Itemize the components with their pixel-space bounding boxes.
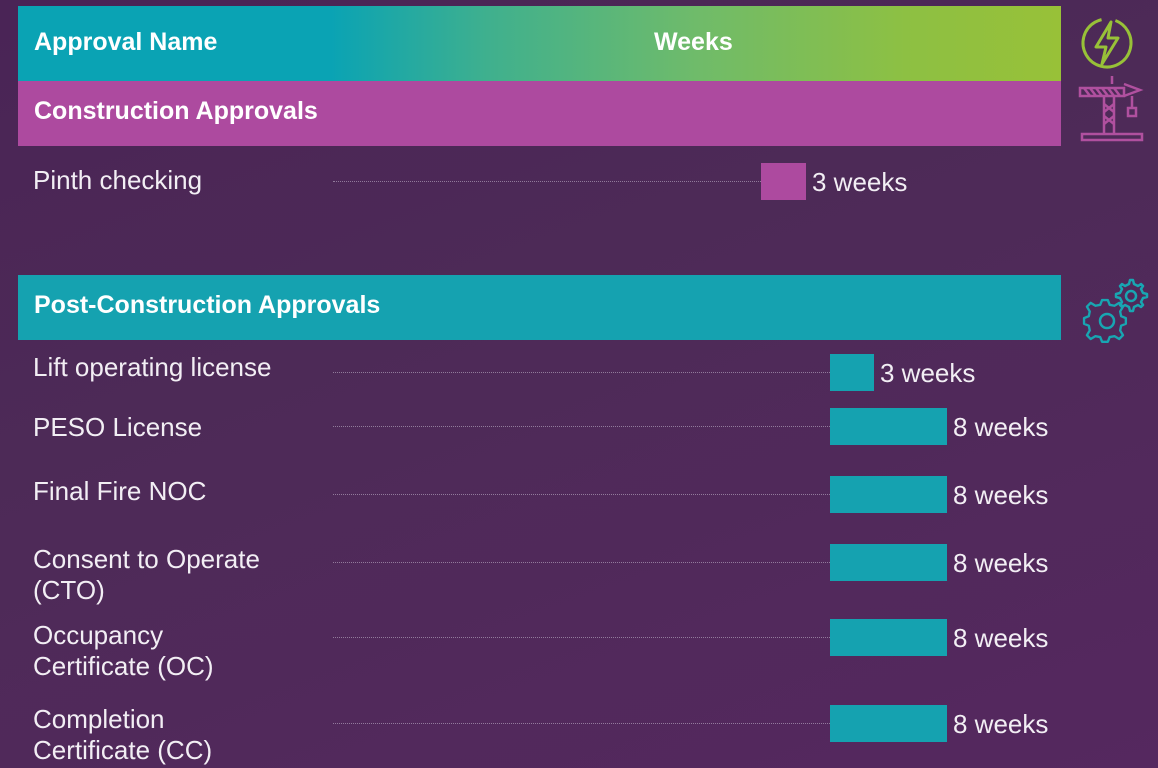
gears-icon: [1082, 278, 1149, 344]
row-label: PESO License: [33, 412, 202, 443]
lightning-icon: [1081, 17, 1133, 69]
leader-line: [333, 426, 830, 427]
row-label-line: Certificate (OC): [33, 651, 214, 681]
bar-value-label: 8 weeks: [953, 623, 1049, 653]
row-label-line: Consent to Operate: [33, 544, 260, 574]
leader-line: [333, 562, 830, 563]
approval-name-header: Approval Name: [34, 28, 218, 56]
row-label: Final Fire NOC: [33, 476, 206, 507]
leader-line: [333, 181, 761, 182]
leader-line: [333, 494, 830, 495]
bar: [830, 476, 947, 513]
row-label-line: Lift operating license: [33, 352, 272, 382]
bar: [830, 544, 947, 581]
row-label-line: (CTO): [33, 575, 105, 605]
bar-value-label: 3 weeks: [812, 167, 908, 197]
table-header: Approval Name Weeks: [18, 6, 1061, 81]
row-label-line: Occupancy: [33, 620, 164, 650]
row-label-line: Completion: [33, 704, 165, 734]
leader-line: [333, 637, 830, 638]
section-title: Construction Approvals: [34, 97, 318, 125]
bar: [830, 354, 874, 391]
section-post-construction: Post-Construction Approvals: [18, 275, 1061, 340]
row-label: Pinth checking: [33, 165, 202, 196]
weeks-header: Weeks: [654, 28, 733, 56]
leader-line: [333, 723, 830, 724]
bar: [830, 408, 947, 445]
bar: [830, 705, 947, 742]
section-title: Post-Construction Approvals: [34, 291, 381, 319]
row-label-line: Pinth checking: [33, 165, 203, 195]
bar: [830, 619, 947, 656]
bar-value-label: 3 weeks: [880, 358, 976, 388]
row-label-line: Certificate (CC): [33, 735, 213, 765]
bar-value-label: 8 weeks: [953, 548, 1049, 578]
crane-icon: [1078, 76, 1144, 142]
row-label-line: PESO License: [33, 412, 203, 442]
row-label: Completion Certificate (CC): [33, 704, 212, 766]
bar-value-label: 8 weeks: [953, 412, 1049, 442]
bar-value-label: 8 weeks: [953, 709, 1049, 739]
leader-line: [333, 372, 830, 373]
bar: [761, 163, 806, 200]
row-label: Occupancy Certificate (OC): [33, 620, 214, 682]
row-label: Consent to Operate (CTO): [33, 544, 260, 606]
bar-value-label: 8 weeks: [953, 480, 1049, 510]
section-construction: Construction Approvals: [18, 81, 1061, 146]
row-label: Lift operating license: [33, 352, 271, 383]
row-label-line: Final Fire NOC: [33, 476, 207, 506]
